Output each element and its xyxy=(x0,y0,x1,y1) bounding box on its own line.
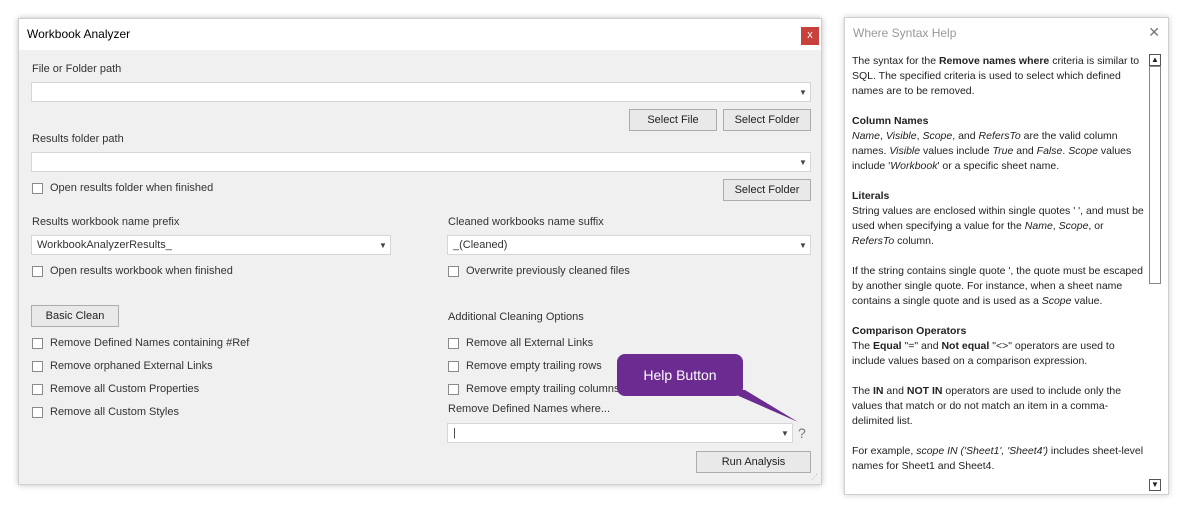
additional-option-checkbox[interactable]: Remove all External Links xyxy=(448,336,593,350)
help-button-callout: Help Button xyxy=(617,354,743,396)
file-path-combo[interactable]: ▼ xyxy=(31,82,811,102)
open-results-folder-checkbox[interactable]: Open results folder when finished xyxy=(32,181,213,195)
suffix-label: Cleaned workbooks name suffix xyxy=(448,216,604,228)
where-syntax-help-panel: Where Syntax Help ✕ The syntax for the R… xyxy=(844,17,1169,495)
scroll-thumb[interactable] xyxy=(1149,66,1161,284)
close-icon[interactable]: ✕ xyxy=(1148,24,1160,41)
scroll-up-icon[interactable]: ▲ xyxy=(1149,54,1161,66)
additional-option-checkbox[interactable]: Remove empty trailing columns xyxy=(448,382,619,396)
chevron-down-icon[interactable]: ▼ xyxy=(378,239,388,251)
run-analysis-button[interactable]: Run Analysis xyxy=(696,451,811,473)
select-results-folder-button[interactable]: Select Folder xyxy=(723,179,811,201)
chevron-down-icon[interactable]: ▼ xyxy=(798,86,808,98)
close-button[interactable]: x xyxy=(801,27,819,45)
basic-clean-button[interactable]: Basic Clean xyxy=(31,305,119,327)
help-panel-title: Where Syntax Help xyxy=(853,26,957,40)
remove-where-combo[interactable]: | ▼ xyxy=(447,423,793,443)
file-path-label: File or Folder path xyxy=(32,63,122,75)
help-question-icon[interactable]: ? xyxy=(798,425,806,441)
select-file-button[interactable]: Select File xyxy=(629,109,717,131)
open-results-workbook-checkbox[interactable]: Open results workbook when finished xyxy=(32,264,233,278)
select-folder-button[interactable]: Select Folder xyxy=(723,109,811,131)
results-path-label: Results folder path xyxy=(32,133,124,145)
basic-option-checkbox[interactable]: Remove Defined Names containing #Ref xyxy=(32,336,249,350)
scroll-down-icon[interactable]: ▼ xyxy=(1149,479,1161,491)
chevron-down-icon[interactable]: ▼ xyxy=(798,239,808,251)
workbook-analyzer-dialog: Workbook Analyzer x File or Folder path … xyxy=(18,18,822,485)
help-scrollbar[interactable]: ▲ ▼ xyxy=(1147,54,1163,491)
additional-options-label: Additional Cleaning Options xyxy=(448,311,584,323)
remove-where-label: Remove Defined Names where... xyxy=(448,403,611,415)
results-path-combo[interactable]: ▼ xyxy=(31,152,811,172)
suffix-combo[interactable]: _(Cleaned) ▼ xyxy=(447,235,811,255)
prefix-label: Results workbook name prefix xyxy=(32,216,180,228)
prefix-combo[interactable]: WorkbookAnalyzerResults_ ▼ xyxy=(31,235,391,255)
title-bar: Workbook Analyzer x xyxy=(19,19,821,50)
basic-option-checkbox[interactable]: Remove all Custom Properties xyxy=(32,382,199,396)
dialog-title: Workbook Analyzer xyxy=(27,27,131,41)
additional-option-checkbox[interactable]: Remove empty trailing rows xyxy=(448,359,602,373)
resize-grip-icon[interactable]: ⋰ xyxy=(811,474,819,482)
overwrite-checkbox[interactable]: Overwrite previously cleaned files xyxy=(448,264,630,278)
chevron-down-icon[interactable]: ▼ xyxy=(798,156,808,168)
basic-option-checkbox[interactable]: Remove all Custom Styles xyxy=(32,405,179,419)
basic-option-checkbox[interactable]: Remove orphaned External Links xyxy=(32,359,213,373)
help-content: The syntax for the Remove names where cr… xyxy=(852,55,1144,472)
chevron-down-icon[interactable]: ▼ xyxy=(780,427,790,439)
